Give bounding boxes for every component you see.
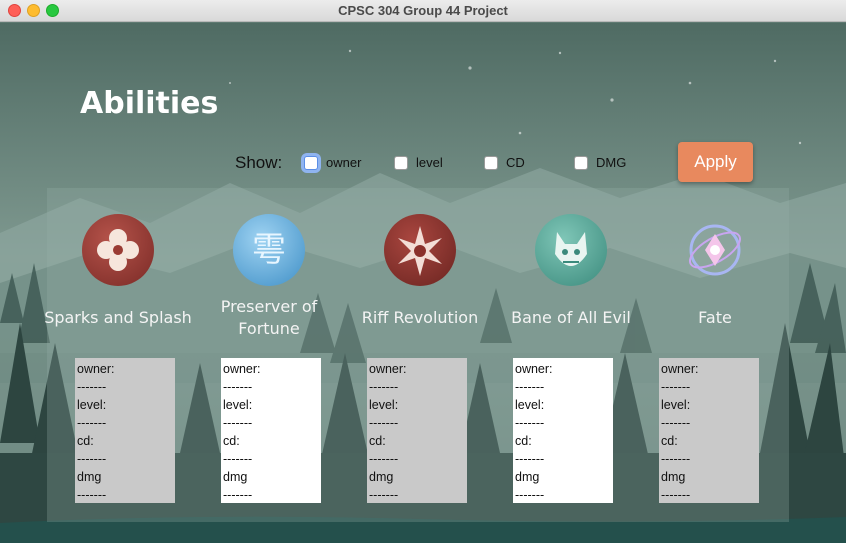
- ability-details-box: owner: ------- level: ------- cd: ------…: [221, 358, 321, 503]
- owner-label: owner:: [369, 362, 407, 376]
- blue-rune-icon: 雩: [233, 214, 305, 286]
- owner-label: owner:: [515, 362, 553, 376]
- separator: -------: [661, 416, 691, 430]
- ability-card[interactable]: Fate: [640, 214, 790, 340]
- owner-label: owner:: [77, 362, 115, 376]
- filter-dmg-label: DMG: [596, 155, 627, 170]
- checkbox-box[interactable]: [574, 155, 588, 170]
- level-label: level:: [223, 398, 253, 412]
- filter-level-label: level: [416, 155, 443, 170]
- filter-owner-checkbox[interactable]: owner: [304, 155, 361, 170]
- ability-details-box: owner: ------- level: ------- cd: ------…: [367, 358, 467, 503]
- separator: -------: [661, 452, 691, 466]
- ability-name: Sparks and Splash: [44, 308, 192, 327]
- ability-card[interactable]: 雩 Preserver of Fortune: [194, 214, 344, 340]
- separator: -------: [77, 416, 107, 430]
- ability-details-box: owner: ------- level: ------- cd: ------…: [659, 358, 759, 503]
- separator: -------: [661, 380, 691, 394]
- flower-emblem-icon: [82, 214, 154, 286]
- checkbox-box[interactable]: [304, 155, 318, 170]
- separator: -------: [369, 380, 399, 394]
- ability-card[interactable]: Riff Revolution: [345, 214, 495, 340]
- separator: -------: [515, 416, 545, 430]
- ability-name: Riff Revolution: [361, 308, 479, 327]
- cd-label: cd:: [661, 434, 678, 448]
- cd-label: cd:: [515, 434, 532, 448]
- dmg-label: dmg: [661, 470, 686, 484]
- window-title: CPSC 304 Group 44 Project: [338, 3, 508, 18]
- window-titlebar: CPSC 304 Group 44 Project: [0, 0, 846, 22]
- dmg-label: dmg: [369, 470, 394, 484]
- filter-cd-label: CD: [506, 155, 525, 170]
- level-label: level:: [661, 398, 691, 412]
- page-title: Abilities: [80, 86, 219, 121]
- show-label: Show:: [235, 153, 283, 172]
- separator: -------: [515, 380, 545, 394]
- separator: -------: [369, 452, 399, 466]
- dmg-label: dmg: [515, 470, 540, 484]
- separator: -------: [77, 452, 107, 466]
- separator: -------: [223, 416, 253, 430]
- filter-level-checkbox[interactable]: level: [394, 155, 443, 170]
- star-burst-icon: [384, 214, 456, 286]
- separator: -------: [515, 452, 545, 466]
- separator: -------: [77, 488, 107, 502]
- ability-name: Bane of All Evil: [511, 308, 631, 327]
- ability-name: Fate: [698, 308, 732, 327]
- dmg-label: dmg: [223, 470, 248, 484]
- crystal-orb-icon: [679, 214, 751, 286]
- ability-card[interactable]: Bane of All Evil: [496, 214, 646, 340]
- dmg-label: dmg: [77, 470, 102, 484]
- level-label: level:: [77, 398, 107, 412]
- separator: -------: [223, 488, 253, 502]
- checkbox-box[interactable]: [484, 155, 498, 170]
- owner-label: owner:: [661, 362, 699, 376]
- separator: -------: [661, 488, 691, 502]
- ability-card[interactable]: Sparks and Splash: [43, 214, 193, 340]
- level-label: level:: [369, 398, 399, 412]
- cd-label: cd:: [369, 434, 386, 448]
- apply-button[interactable]: Apply: [678, 142, 753, 182]
- separator: -------: [77, 380, 107, 394]
- demon-mask-icon: [535, 214, 607, 286]
- ability-details-box: owner: ------- level: ------- cd: ------…: [75, 358, 175, 503]
- level-label: level:: [515, 398, 545, 412]
- cd-label: cd:: [223, 434, 240, 448]
- separator: -------: [369, 416, 399, 430]
- owner-label: owner:: [223, 362, 261, 376]
- filter-dmg-checkbox[interactable]: DMG: [574, 155, 626, 170]
- svg-text:雩: 雩: [252, 230, 286, 270]
- separator: -------: [223, 380, 253, 394]
- filter-owner-label: owner: [326, 155, 362, 170]
- filter-cd-checkbox[interactable]: CD: [484, 155, 525, 170]
- ability-name: Preserver of Fortune: [220, 297, 318, 338]
- cd-label: cd:: [77, 434, 94, 448]
- ability-details-box: owner: ------- level: ------- cd: ------…: [513, 358, 613, 503]
- checkbox-box[interactable]: [394, 155, 408, 170]
- separator: -------: [223, 452, 253, 466]
- separator: -------: [515, 488, 545, 502]
- separator: -------: [369, 488, 399, 502]
